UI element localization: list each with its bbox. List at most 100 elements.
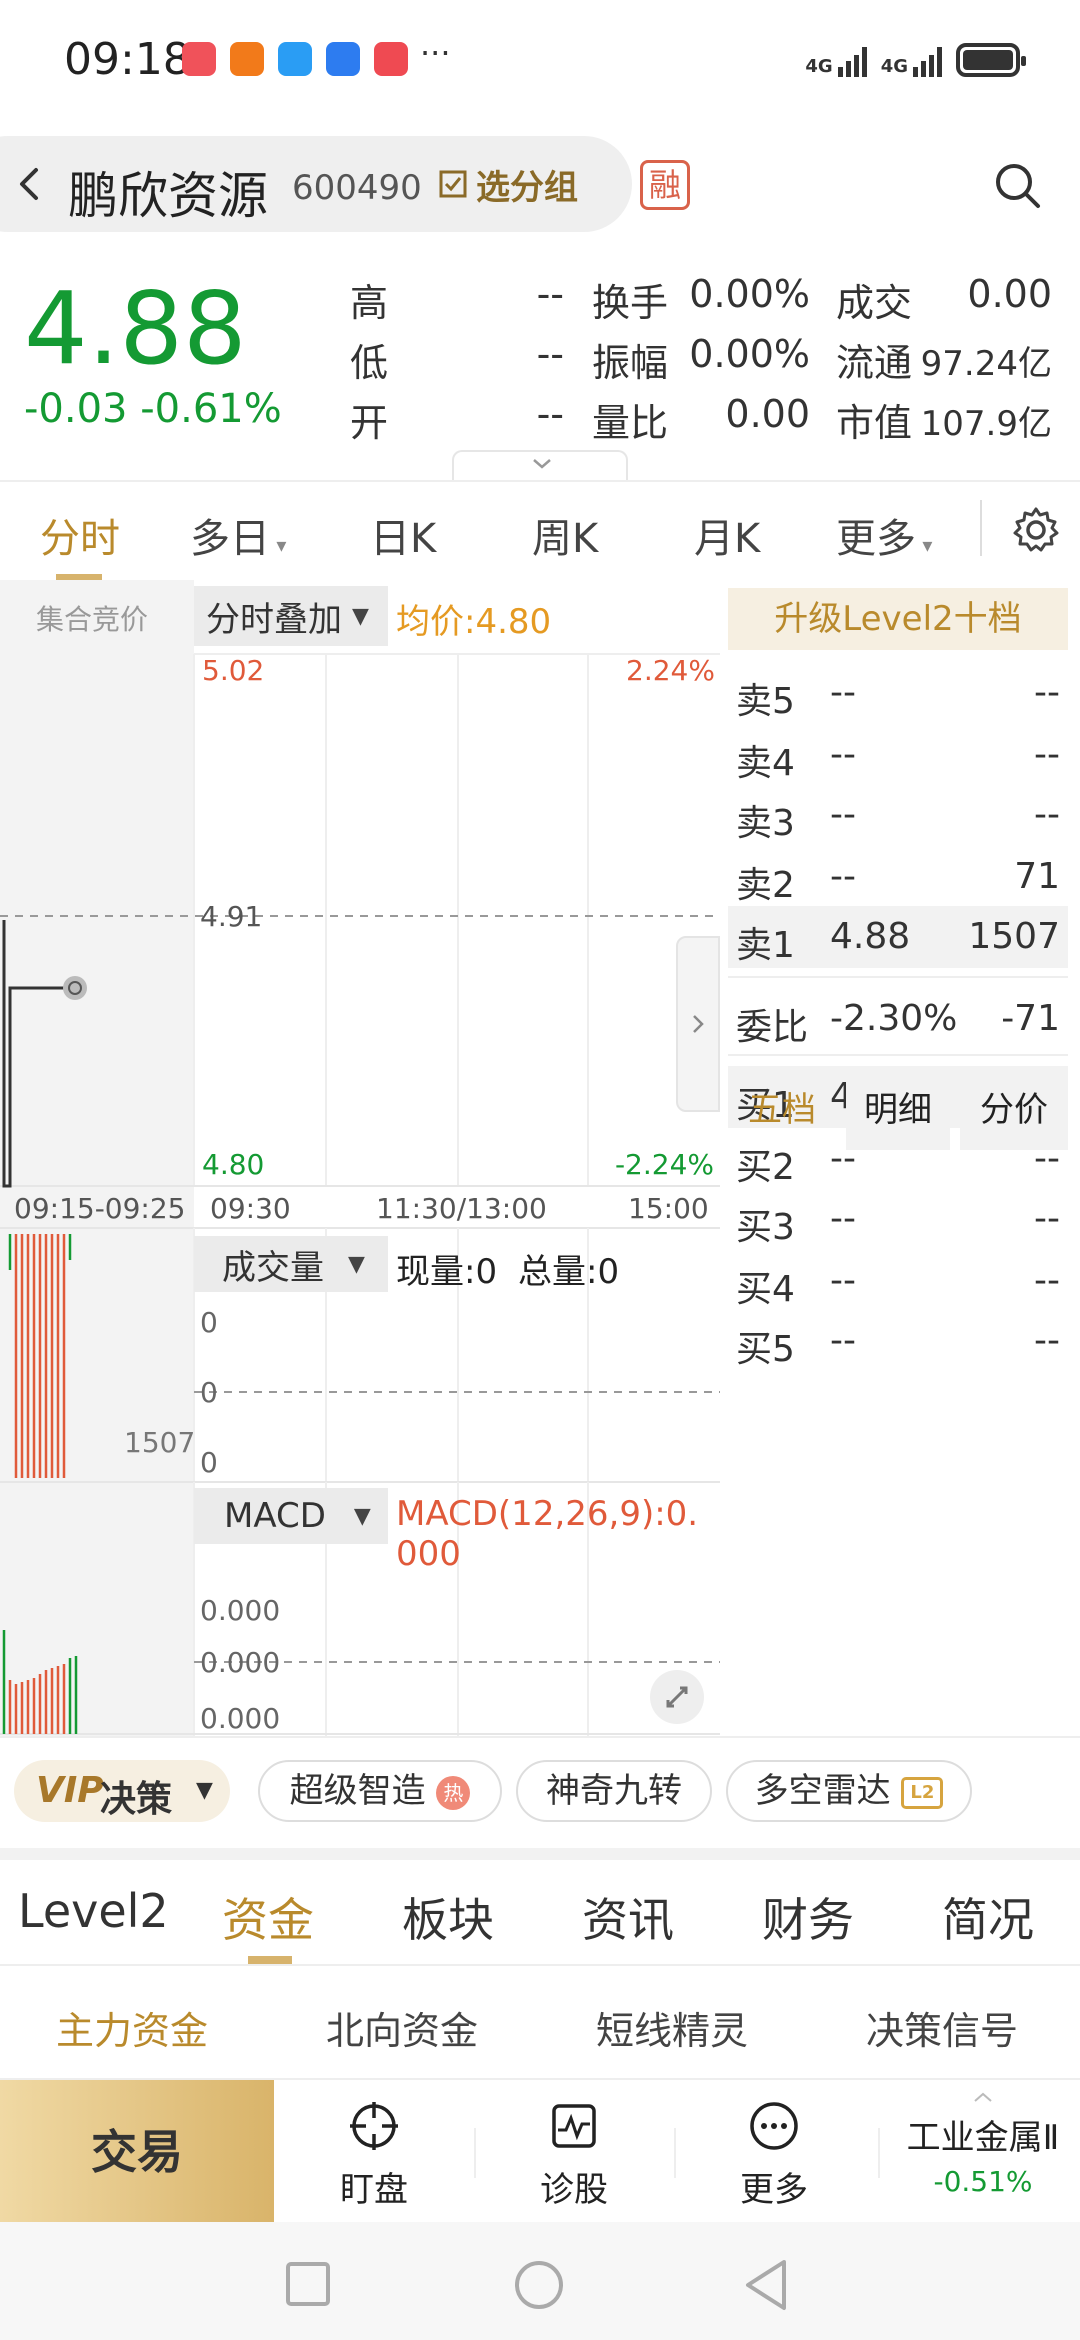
- network-type-label-2: 4G: [880, 56, 908, 77]
- order-book-ratio-row: 委比 -2.30% -71: [728, 988, 1068, 1050]
- buy5-label: 买5: [736, 1329, 795, 1370]
- market-cap-label: 市值: [836, 401, 913, 445]
- chart-period-tabs: 分时 多日 ▾ 日K 周K 月K 更多 ▾: [0, 480, 1080, 582]
- time-label-auction: 09:15-09:25: [14, 1192, 186, 1225]
- float-cap-label: 流通: [836, 341, 913, 385]
- search-icon[interactable]: [992, 160, 1044, 212]
- current-volume: 现量:0: [396, 1252, 498, 1292]
- buy3-label: 买3: [736, 1207, 795, 1248]
- sell1-label: 卖1: [736, 925, 795, 966]
- tab-more[interactable]: 更多 ▾: [836, 506, 932, 564]
- buy3-price: --: [830, 1198, 856, 1239]
- order-book-divider: [728, 976, 1068, 978]
- caret-down-icon-2: ▾: [916, 533, 933, 557]
- sector-indicator[interactable]: 工业金属Ⅱ -0.51%: [886, 2092, 1080, 2198]
- sell4-price: --: [830, 734, 856, 775]
- sell2-volume: 71: [1014, 856, 1060, 897]
- order-book-row: 买3 -- --: [728, 1188, 1068, 1250]
- tab-decision-signals[interactable]: 决策信号: [866, 2000, 1018, 2055]
- macd-tick-bottom: 0.000: [200, 1702, 281, 1735]
- low-label: 低: [350, 341, 389, 385]
- caret-up-icon: [974, 2092, 992, 2102]
- time-label-close: 15:00: [628, 1192, 709, 1225]
- float-cap-value: 97.24亿: [920, 344, 1052, 384]
- home-icon[interactable]: [512, 2258, 566, 2312]
- tab-northbound-funds[interactable]: 北向资金: [326, 2000, 478, 2055]
- tab-multi-day-label: 多日: [190, 516, 270, 562]
- tab-monthly-k[interactable]: 月K: [694, 506, 760, 564]
- order-book-divider: [728, 1054, 1068, 1056]
- tab-funds[interactable]: 资金: [222, 1884, 314, 1950]
- turnover-value: 0.00%: [689, 272, 810, 316]
- expand-orderbook-button[interactable]: [676, 936, 720, 1112]
- stock-code: 600490: [292, 168, 422, 208]
- signal-icon: 4G: [805, 43, 867, 77]
- chevron-down-icon: [533, 459, 551, 469]
- caret-down-icon: ▾: [270, 533, 287, 557]
- price-axis-top: 5.02: [202, 654, 265, 687]
- tab-weekly-k[interactable]: 周K: [532, 506, 598, 564]
- more-dots-icon: [750, 2102, 798, 2150]
- tab-main-funds[interactable]: 主力资金: [56, 2000, 208, 2055]
- tab-overview[interactable]: 简况: [942, 1884, 1034, 1950]
- huawei-app-icon: [182, 42, 216, 76]
- caret-down-icon-4: ▼: [348, 1251, 365, 1277]
- battery-icon: [956, 43, 1026, 77]
- fund-sub-tabs: 主力资金 北向资金 短线精灵 决策信号: [0, 1966, 1080, 2078]
- tab-finance[interactable]: 财务: [762, 1884, 854, 1950]
- upgrade-level2-button[interactable]: 升级Level2十档: [728, 588, 1068, 650]
- tab-level2[interactable]: Level2: [18, 1884, 169, 1938]
- sector-name: 工业金属Ⅱ: [906, 2118, 1060, 2158]
- order-book-row: 卖2 -- 71: [728, 846, 1068, 908]
- diagnose-button[interactable]: 诊股: [514, 2098, 634, 2211]
- total-volume: 总量:0: [518, 1252, 620, 1292]
- sell2-price: --: [830, 856, 856, 897]
- tab-five-levels[interactable]: 五档: [728, 1070, 836, 1150]
- back-nav-icon[interactable]: [742, 2258, 790, 2312]
- tab-sectors[interactable]: 板块: [402, 1884, 494, 1950]
- tab-details[interactable]: 明细: [846, 1070, 950, 1150]
- high-value: --: [536, 272, 564, 316]
- bull-bear-radar-label: 多空雷达: [754, 1771, 891, 1811]
- caret-down-icon-6: ▼: [196, 1778, 213, 1803]
- tab-intraday[interactable]: 分时: [40, 506, 120, 564]
- tab-price-distribution[interactable]: 分价: [960, 1070, 1068, 1150]
- vip-decision-button[interactable]: VIP 决策 ▼: [14, 1760, 230, 1822]
- chevron-right-icon: [693, 1015, 704, 1033]
- volume-tick-mid: 0: [200, 1376, 218, 1409]
- price-axis-bottom: 4.80: [202, 1148, 265, 1181]
- order-book-row: 买5 -- --: [728, 1310, 1068, 1372]
- back-icon[interactable]: [14, 166, 44, 202]
- intraday-chart-area[interactable]: 集合竞价 分时叠加 ▼ 均价:4.80 5.02 2.24% 4.91 4.80…: [0, 580, 720, 1736]
- buy4-price: --: [830, 1260, 856, 1301]
- tab-news[interactable]: 资讯: [582, 1884, 674, 1950]
- magic-nine-button[interactable]: 神奇九转: [516, 1760, 712, 1822]
- message-app-icon: [278, 42, 312, 76]
- bull-bear-radar-button[interactable]: 多空雷达 L2: [726, 1760, 972, 1822]
- order-ratio-label: 委比: [736, 1007, 809, 1048]
- pct-axis-top: 2.24%: [626, 654, 715, 687]
- l2-badge-icon: L2: [901, 1776, 944, 1809]
- checkbox-icon: [439, 170, 467, 198]
- stock-header: 鹏欣资源 600490 选分组 融: [0, 136, 1080, 236]
- select-group-button[interactable]: 选分组: [438, 164, 578, 208]
- tab-multi-day[interactable]: 多日 ▾: [190, 506, 286, 564]
- recent-apps-icon[interactable]: [284, 2260, 332, 2308]
- order-book: 升级Level2十档 卖5 -- -- 卖4 -- -- 卖3 -- -- 卖2…: [728, 580, 1080, 1736]
- tab-daily-k[interactable]: 日K: [370, 506, 436, 564]
- macd-selector[interactable]: MACD ▼: [194, 1488, 388, 1544]
- gear-icon[interactable]: [1010, 504, 1062, 556]
- watch-button[interactable]: 盯盘: [314, 2098, 434, 2211]
- price-change: -0.03 -0.61%: [24, 386, 282, 432]
- expand-quote-button[interactable]: [452, 450, 628, 480]
- tab-short-term-spirit[interactable]: 短线精灵: [596, 2000, 748, 2055]
- volume-tick-bottom: 0: [200, 1446, 218, 1479]
- more-button[interactable]: 更多: [714, 2098, 834, 2211]
- super-smart-button[interactable]: 超级智造 热: [258, 1760, 502, 1822]
- buy4-label: 买4: [736, 1269, 795, 1310]
- fullscreen-icon[interactable]: [650, 1670, 704, 1724]
- volume-selector[interactable]: 成交量 ▼: [194, 1236, 388, 1292]
- sell3-label: 卖3: [736, 803, 795, 844]
- status-time: 09:18: [64, 34, 191, 85]
- trade-button[interactable]: 交易: [0, 2080, 274, 2224]
